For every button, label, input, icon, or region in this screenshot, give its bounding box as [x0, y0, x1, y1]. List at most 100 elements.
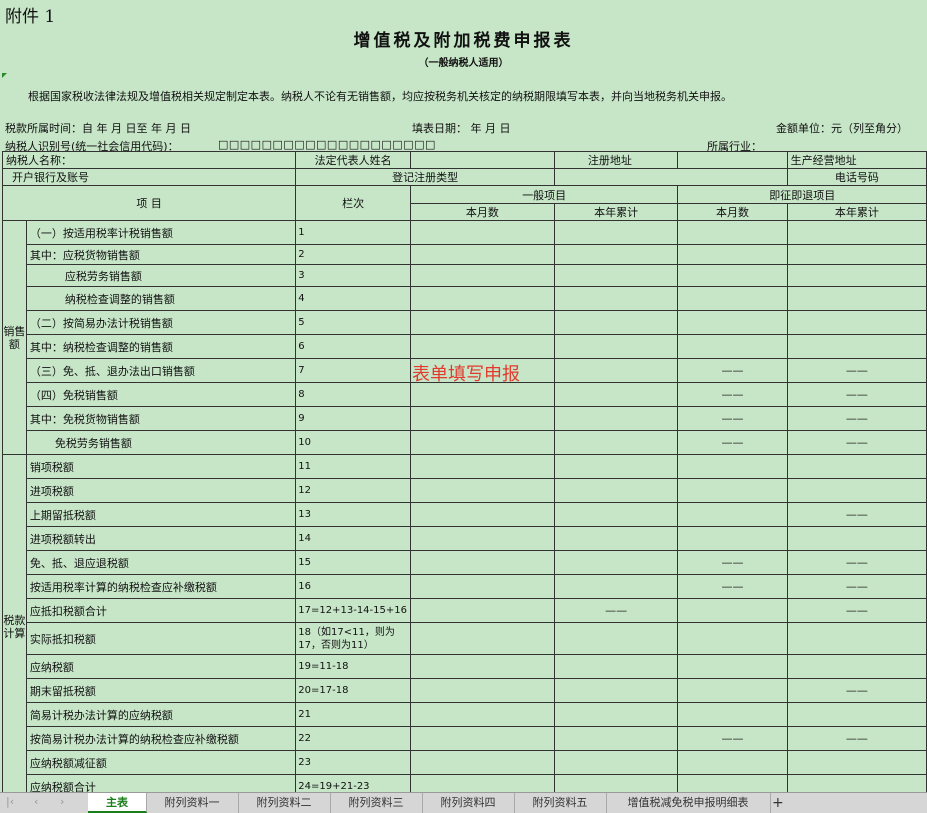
general-ytd-cell[interactable]	[553, 382, 679, 407]
general-ytd-cell[interactable]	[553, 406, 679, 431]
table-row: 纳税检查调整的销售额 4	[3, 286, 927, 311]
refund-ytd-cell[interactable]	[786, 264, 927, 287]
general-month-cell[interactable]	[409, 502, 555, 527]
row-label: 进项税额	[25, 478, 297, 503]
general-month-cell[interactable]	[409, 622, 555, 655]
general-month-cell[interactable]	[409, 310, 555, 335]
next-sheet-icon[interactable]: ›	[60, 795, 64, 808]
refund-ytd-cell[interactable]	[786, 220, 927, 245]
general-ytd-cell[interactable]	[553, 478, 679, 503]
refund-ytd-cell[interactable]	[786, 750, 927, 775]
legal-rep-input[interactable]	[409, 151, 555, 169]
sheet-tab[interactable]: 附列资料四	[422, 793, 515, 813]
add-sheet-icon[interactable]: +	[772, 793, 784, 813]
general-ytd-cell[interactable]	[553, 264, 679, 287]
refund-month-cell[interactable]	[677, 478, 788, 503]
general-month-cell[interactable]	[409, 726, 555, 751]
sheet-tab[interactable]: 附列资料一	[146, 793, 239, 813]
general-month-cell[interactable]	[409, 750, 555, 775]
refund-ytd-header: 本年累计	[786, 203, 927, 221]
refund-month-cell[interactable]	[677, 334, 788, 359]
general-month-cell[interactable]	[409, 382, 555, 407]
refund-ytd-cell[interactable]	[786, 334, 927, 359]
sheet-tab[interactable]: 附列资料五	[514, 793, 607, 813]
refund-month-cell[interactable]	[677, 678, 788, 703]
refund-ytd-cell[interactable]	[786, 654, 927, 679]
general-ytd-cell[interactable]	[553, 526, 679, 551]
reg-type-input[interactable]	[553, 168, 788, 186]
sheet-tab[interactable]: 增值税减免税申报明细表	[606, 793, 771, 813]
general-month-cell[interactable]	[409, 406, 555, 431]
general-month-cell[interactable]	[409, 598, 555, 623]
general-ytd-cell[interactable]	[553, 286, 679, 311]
general-month-cell[interactable]	[409, 430, 555, 455]
general-month-cell[interactable]	[409, 654, 555, 679]
refund-ytd-cell[interactable]	[786, 244, 927, 265]
first-sheet-icon[interactable]: |‹	[6, 795, 14, 808]
table-row: 进项税额 12	[3, 478, 927, 503]
row-line-number: 7	[295, 358, 411, 383]
general-ytd-cell[interactable]	[553, 502, 679, 527]
refund-month-cell[interactable]	[677, 310, 788, 335]
refund-ytd-cell[interactable]	[786, 454, 927, 479]
general-ytd-cell[interactable]	[553, 678, 679, 703]
general-ytd-cell[interactable]	[553, 550, 679, 575]
refund-ytd-cell[interactable]	[786, 478, 927, 503]
fill-declaration-overlay[interactable]: 表单填写申报	[412, 360, 520, 386]
refund-ytd-cell[interactable]	[786, 622, 927, 655]
general-month-cell[interactable]	[409, 574, 555, 599]
refund-month-cell[interactable]	[677, 286, 788, 311]
general-ytd-cell[interactable]	[553, 726, 679, 751]
general-ytd-cell[interactable]	[553, 654, 679, 679]
general-ytd-cell[interactable]	[553, 244, 679, 265]
refund-month-cell[interactable]	[677, 622, 788, 655]
sheet-tab[interactable]: 主表	[88, 793, 147, 813]
refund-month-cell[interactable]	[677, 654, 788, 679]
row-line-number: 13	[295, 502, 411, 527]
general-ytd-cell[interactable]	[553, 220, 679, 245]
refund-month-cell[interactable]	[677, 454, 788, 479]
refund-month-cell[interactable]	[677, 598, 788, 623]
refund-month-cell[interactable]	[677, 502, 788, 527]
refund-month-cell[interactable]	[677, 244, 788, 265]
row-label: 应抵扣税额合计	[25, 598, 297, 623]
refund-month-cell[interactable]	[677, 526, 788, 551]
general-month-cell[interactable]	[409, 286, 555, 311]
reg-address-input[interactable]	[677, 151, 788, 169]
general-month-header: 本月数	[409, 203, 555, 221]
general-ytd-cell[interactable]	[553, 358, 679, 383]
general-month-cell[interactable]	[409, 454, 555, 479]
general-ytd-cell[interactable]	[553, 750, 679, 775]
table-row: 简易计税办法计算的应纳税额 21	[3, 702, 927, 727]
taxpayer-id-boxes[interactable]: □□□□□□□□□□□□□□□□□□□□	[218, 138, 436, 151]
refund-month-cell[interactable]	[677, 750, 788, 775]
prev-sheet-icon[interactable]: ‹	[34, 795, 38, 808]
general-month-cell[interactable]	[409, 478, 555, 503]
refund-ytd-cell[interactable]	[786, 286, 927, 311]
refund-ytd-cell[interactable]	[786, 702, 927, 727]
general-ytd-cell[interactable]	[553, 622, 679, 655]
general-ytd-cell[interactable]	[553, 430, 679, 455]
general-ytd-cell[interactable]	[553, 334, 679, 359]
general-ytd-cell[interactable]	[553, 310, 679, 335]
general-month-cell[interactable]	[409, 526, 555, 551]
refund-month-cell[interactable]	[677, 220, 788, 245]
general-month-cell[interactable]	[409, 244, 555, 265]
refund-month-cell[interactable]	[677, 264, 788, 287]
general-month-cell[interactable]	[409, 550, 555, 575]
general-ytd-cell[interactable]	[553, 454, 679, 479]
general-month-cell[interactable]	[409, 678, 555, 703]
general-ytd-cell[interactable]	[553, 574, 679, 599]
refund-ytd-cell[interactable]	[786, 310, 927, 335]
general-month-cell[interactable]	[409, 702, 555, 727]
general-ytd-cell[interactable]	[553, 702, 679, 727]
sheet-tab[interactable]: 附列资料三	[330, 793, 423, 813]
general-month-cell[interactable]	[409, 334, 555, 359]
table-row: 其中：纳税检查调整的销售额 6	[3, 334, 927, 359]
refund-month-cell[interactable]	[677, 702, 788, 727]
sheet-tab[interactable]: 附列资料二	[238, 793, 331, 813]
refund-ytd-cell[interactable]	[786, 526, 927, 551]
row-line-number: 21	[295, 702, 411, 727]
general-month-cell[interactable]	[409, 264, 555, 287]
general-month-cell[interactable]	[409, 220, 555, 245]
